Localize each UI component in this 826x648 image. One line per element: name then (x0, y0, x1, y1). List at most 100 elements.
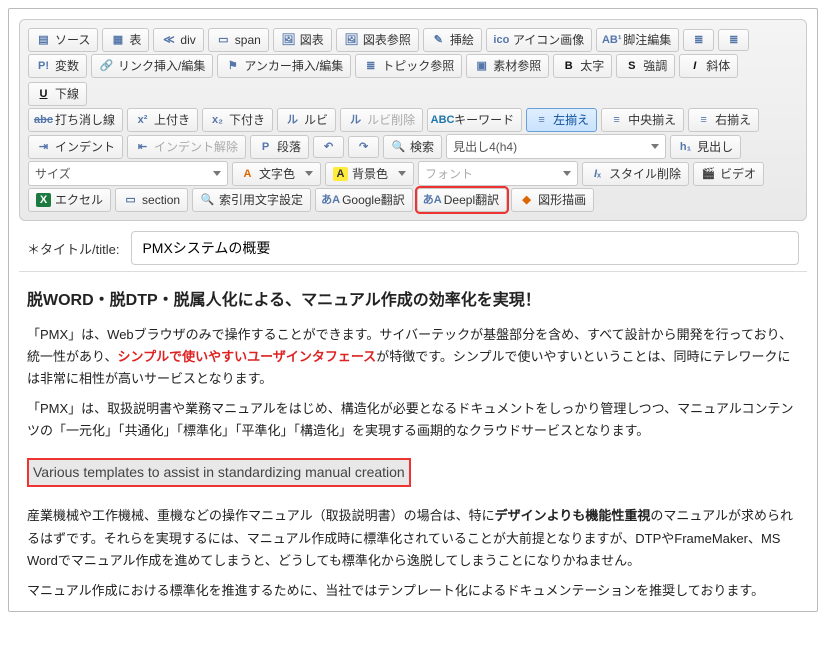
align-center-button[interactable]: ≡ 中央揃え (601, 108, 684, 132)
align-center-icon: ≡ (609, 113, 624, 127)
video-button[interactable]: 🎬ビデオ (693, 162, 764, 186)
text-color-button[interactable]: A文字色 (232, 162, 321, 186)
figure-ref-button[interactable]: 🖼図表参照 (336, 28, 419, 52)
value: サイズ (35, 165, 71, 182)
index-config-button[interactable]: 🔍索引用文字設定 (192, 188, 311, 212)
label: ルビ (304, 112, 328, 128)
excel-icon: X (36, 193, 51, 207)
align-left-icon: ≡ (534, 113, 549, 127)
variable-button[interactable]: P!変数 (28, 54, 87, 78)
emphasis-red: シンプルで使いやすいユーザインタフェース (117, 349, 376, 364)
section-icon: ▭ (123, 193, 138, 207)
label: 検索 (410, 139, 434, 155)
style-clear-icon: Iₓ (590, 167, 605, 181)
label: 太字 (580, 58, 604, 74)
source-button[interactable]: ▤ソース (28, 28, 98, 52)
div-button[interactable]: ≪div (153, 28, 203, 52)
search-button[interactable]: 🔍検索 (383, 135, 442, 159)
anchor-button[interactable]: ⚑アンカー挿入/編集 (217, 54, 351, 78)
emphasis-bold: デザインよりも機能性重視 (495, 508, 651, 523)
table-button[interactable]: ▦表 (102, 28, 149, 52)
strikethrough-button[interactable]: abc打ち消し線 (28, 108, 123, 132)
asset-ref-button[interactable]: ▣素材参照 (466, 54, 549, 78)
label: リンク挿入/編集 (118, 58, 205, 74)
label: 図表 (300, 32, 324, 48)
strong-button[interactable]: S強調 (616, 54, 675, 78)
footnote-button[interactable]: AB¹ 脚注編集 (596, 28, 679, 52)
content-area[interactable]: 脱WORD・脱DTP・脱属人化による、マニュアル作成の効率化を実現！ 「PMX」… (19, 271, 807, 601)
strike-icon: abc (36, 113, 51, 127)
bold-button[interactable]: B 太字 (553, 54, 612, 78)
label: 素材参照 (493, 58, 541, 74)
keyword-button[interactable]: ABCキーワード (427, 108, 522, 132)
span-button[interactable]: ▭span (208, 28, 269, 52)
bold-icon: B (561, 59, 576, 73)
sup-icon: x² (135, 113, 150, 127)
paragraph: 「PMX」は、取扱説明書や業務マニュアルをはじめ、構造化が必要となるドキュメント… (27, 398, 799, 442)
outdent-button[interactable]: ⇤インデント解除 (127, 135, 246, 159)
icon-image-icon: ico (494, 33, 509, 47)
google-translate-button[interactable]: あAGoogle翻訳 (315, 188, 413, 212)
ruby-icon: ル (285, 113, 300, 127)
style-clear-button[interactable]: Iₓスタイル削除 (582, 162, 689, 186)
label: トピック参照 (382, 58, 454, 74)
heading-button[interactable]: h₁見出し (670, 135, 741, 159)
topic-ref-button[interactable]: ≣トピック参照 (355, 54, 462, 78)
deepl-translate-button[interactable]: あADeepl翻訳 (417, 188, 507, 212)
label: 変数 (55, 58, 79, 74)
shape-draw-button[interactable]: ◆図形描画 (511, 188, 594, 212)
title-input[interactable] (131, 231, 799, 265)
heading-select[interactable]: 見出し4(h4) (446, 134, 666, 159)
bullet-list-icon: ≣ (691, 33, 706, 47)
translate-icon: あA (323, 193, 338, 207)
shape-icon: ◆ (519, 193, 534, 207)
size-select[interactable]: サイズ (28, 161, 228, 186)
source-icon: ▤ (36, 33, 51, 47)
ruby-delete-button[interactable]: ルルビ削除 (340, 108, 423, 132)
figure-button[interactable]: 🖼 図表 (273, 28, 332, 52)
label: インデント解除 (154, 139, 238, 155)
figure-icon: 🖼 (281, 33, 296, 47)
label: 挿絵 (450, 32, 474, 48)
ruby-del-icon: ル (348, 113, 363, 127)
content-heading-4-highlighted: Various templates to assist in standardi… (27, 458, 411, 487)
align-right-button[interactable]: ≡右揃え (688, 108, 759, 132)
number-list-button[interactable]: ≣ (718, 29, 749, 51)
redo-button[interactable]: ↷ (348, 136, 379, 158)
chevron-down-icon (398, 171, 406, 176)
bg-color-button[interactable]: A背景色 (325, 162, 414, 186)
subscript-button[interactable]: x₂ 下付き (202, 108, 273, 132)
underline-button[interactable]: U下線 (28, 82, 87, 106)
label: 下付き (229, 112, 265, 128)
label: 中央揃え (628, 112, 676, 128)
sub-icon: x₂ (210, 113, 225, 127)
font-select[interactable]: フォント (418, 161, 578, 186)
undo-button[interactable]: ↶ (313, 136, 344, 158)
insert-image-icon: ✎ (431, 33, 446, 47)
video-icon: 🎬 (701, 167, 716, 181)
indent-button[interactable]: ⇥インデント (28, 135, 123, 159)
label: 強調 (643, 58, 667, 74)
align-left-button[interactable]: ≡左揃え (526, 108, 597, 132)
label: ルビ削除 (367, 112, 415, 128)
toolbar-row-5: サイズ A文字色 A背景色 フォント Iₓスタイル削除 🎬ビデオ (28, 161, 798, 186)
superscript-button[interactable]: x² 上付き (127, 108, 198, 132)
paragraph: 産業機械や工作機械、重機などの操作マニュアル（取扱説明書）の場合は、特にデザイン… (27, 505, 799, 571)
excel-button[interactable]: X エクセル (28, 188, 111, 212)
label: 上付き (154, 112, 190, 128)
label: 脚注編集 (623, 32, 671, 48)
label: 表 (129, 32, 141, 48)
ruby-button[interactable]: ルルビ (277, 108, 336, 132)
footnote-icon: AB¹ (604, 33, 619, 47)
italic-button[interactable]: I斜体 (679, 54, 738, 78)
bullet-list-button[interactable]: ≣ (683, 29, 714, 51)
insert-image-button[interactable]: ✎ 挿絵 (423, 28, 482, 52)
editor-frame: ▤ソース ▦表 ≪div ▭span 🖼 図表 🖼図表参照 ✎ 挿絵 icoアイコン… (8, 8, 818, 612)
icon-image-button[interactable]: icoアイコン画像 (486, 28, 592, 52)
link-button[interactable]: 🔗リンク挿入/編集 (91, 54, 213, 78)
toolbar: ▤ソース ▦表 ≪div ▭span 🖼 図表 🖼図表参照 ✎ 挿絵 icoアイコン… (19, 19, 807, 221)
label: エクセル (55, 192, 103, 208)
index-icon: 🔍 (200, 193, 215, 207)
section-button[interactable]: ▭section (115, 188, 188, 212)
paragraph-button[interactable]: P段落 (250, 135, 309, 159)
